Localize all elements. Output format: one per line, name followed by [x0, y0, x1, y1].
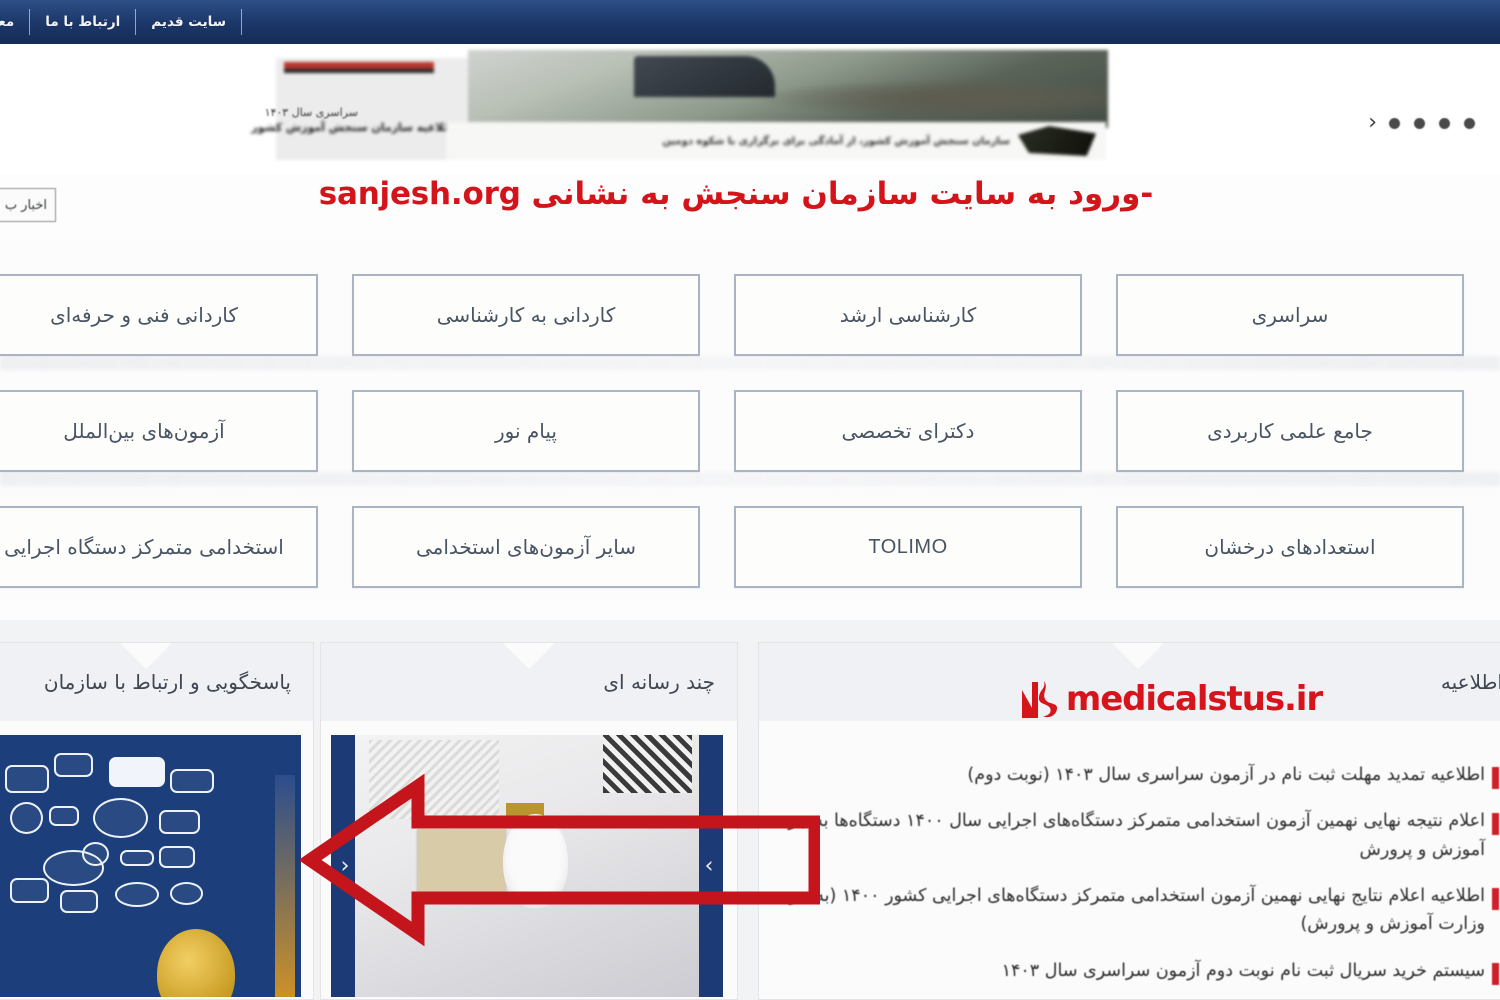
category-card-doctora-takhassosi[interactable]: دکترای تخصصی	[734, 390, 1082, 472]
panel-notch-icon	[503, 643, 555, 669]
slider-controls[interactable]: ‹	[1368, 112, 1475, 134]
category-card-karshenasi-arshad[interactable]: سراسری	[1116, 274, 1464, 356]
category-card-jame-elmi-karbordi[interactable]: جامع علمی کاربردی	[1116, 390, 1464, 472]
news-filter-label: اخبار ب	[4, 197, 47, 213]
slider-prev-chevron-icon[interactable]: ‹	[1368, 112, 1377, 134]
category-row-3: استعدادهای درخشان TOLIMO سایر آزمون‌های …	[0, 506, 1500, 588]
category-label: کاردانی به کارشناسی	[436, 303, 616, 327]
panel-notch-icon	[1112, 643, 1164, 669]
panel-notch-icon	[120, 643, 172, 669]
carousel-next-icon[interactable]: ›	[697, 854, 721, 879]
list-item[interactable]: سیستم خرید سریال ثبت نام نوبت دوم آزمون …	[767, 957, 1499, 986]
banner-card-red-bar	[284, 62, 434, 69]
nav-label: ارتباط با ما	[45, 14, 121, 30]
category-card-kardani-fanni[interactable]: کاردانی فنی و حرفه‌ای	[0, 274, 318, 356]
speech-bubble-cluster-icon	[0, 745, 275, 947]
panel-multimedia-header: چند رسانه ای	[321, 643, 737, 721]
category-label: سراسری	[1251, 303, 1329, 327]
category-card-sarasari[interactable]: کارشناسی ارشد	[734, 274, 1082, 356]
panel-multimedia-title: چند رسانه ای	[603, 670, 715, 694]
category-label: کارشناسی ارشد	[839, 303, 977, 327]
slider-dot-3[interactable]	[1414, 117, 1425, 129]
category-label: آزمون‌های بین‌الملل	[63, 419, 225, 443]
category-card-payam-noor[interactable]: پیام نور	[352, 390, 700, 472]
category-card-international-exams[interactable]: آزمون‌های بین‌الملل	[0, 390, 318, 472]
sanjesh-logo-icon	[1018, 126, 1096, 156]
collage-ribbon-shape	[275, 775, 295, 997]
category-row-1: سراسری کارشناسی ارشد کاردانی به کارشناسی…	[0, 274, 1500, 356]
banner-card-text: اطلاعیه سازمان سنجش آموزش کشور	[251, 121, 458, 134]
multimedia-thumbnail	[355, 735, 699, 997]
slider-dot-4[interactable]	[1389, 117, 1400, 129]
slider-dots[interactable]	[1389, 117, 1475, 129]
announcement-list: اطلاعیه تمدید مهلت ثبت نام در آزمون سراس…	[759, 761, 1500, 999]
exam-category-grid: سراسری کارشناسی ارشد کاردانی به کارشناسی…	[0, 238, 1500, 598]
grid-ghost-line	[0, 472, 1500, 486]
category-card-centralized-employment[interactable]: استخدامی متمرکز دستگاه اجرایی	[0, 506, 318, 588]
category-label: پیام نور	[495, 419, 557, 443]
list-item[interactable]: اعلام نتیجه نهایی نهمین آزمون استخدامی م…	[767, 807, 1499, 864]
list-item[interactable]: اطلاعیه تمدید مهلت ثبت نام در آزمون سراس…	[767, 761, 1499, 790]
multimedia-carousel[interactable]: ‹ ›	[331, 735, 723, 997]
flame-monogram-icon	[1018, 678, 1064, 720]
panel-contact-header: پاسخگویی و ارتباط با سازمان	[0, 643, 313, 721]
contact-collage-image	[0, 735, 301, 997]
banner-year-note: سراسری سال ۱۴۰۳	[264, 106, 358, 119]
category-label: سایر آزمون‌های استخدامی	[415, 535, 637, 559]
panel-announcements-title: اطلاعیه	[1440, 670, 1500, 694]
grid-ghost-line	[0, 356, 1500, 370]
banner-slide: اطلاعیه سازمان سنجش آموزش کشور سازمان سن…	[251, 50, 1108, 162]
category-row-2: جامع علمی کاربردی دکترای تخصصی پیام نور …	[0, 390, 1500, 472]
category-label: TOLIMO	[868, 535, 948, 558]
nav-separator	[241, 9, 242, 35]
category-card-tolimo[interactable]: TOLIMO	[734, 506, 1082, 588]
slider-dot-2[interactable]	[1439, 117, 1450, 129]
nav-separator	[135, 9, 137, 35]
panel-contact-title: پاسخگویی و ارتباط با سازمان	[43, 670, 291, 694]
category-label: دکترای تخصصی	[841, 419, 975, 443]
hero-banner-slider[interactable]: اطلاعیه سازمان سنجش آموزش کشور سازمان سن…	[0, 44, 1500, 174]
category-label: استعدادهای درخشان	[1204, 535, 1376, 559]
category-card-other-employment-exams[interactable]: سایر آزمون‌های استخدامی	[352, 506, 700, 588]
banner-caption-strip: سازمان سنجش آموزش کشور، از آمادگی برای ب…	[446, 122, 1106, 160]
banner-photograph	[468, 50, 1108, 128]
slider-dot-1[interactable]	[1464, 117, 1475, 129]
nav-label: سایت قدیم	[151, 14, 226, 30]
watermark-text: medicalstus.ir	[1065, 679, 1323, 719]
category-label: کاردانی فنی و حرفه‌ای	[50, 303, 238, 327]
banner-card-dark-bar	[284, 69, 434, 73]
list-item[interactable]: اطلاعیه اعلام نتایج نهایی نهمین آزمون اس…	[767, 882, 1499, 939]
top-navigation-bar: سایت قدیم ارتباط با ما معرفی خدمات آزمون…	[0, 0, 1500, 44]
thumbnail-paper-shape	[416, 829, 507, 898]
watermark: medicalstus.ir	[1018, 678, 1323, 720]
category-label: جامع علمی کاربردی	[1207, 419, 1373, 443]
category-card-estedadhaye-derakhshan[interactable]: استعدادهای درخشان	[1116, 506, 1464, 588]
news-filter-chip[interactable]: اخبار ب	[0, 188, 56, 222]
page-root: سایت قدیم ارتباط با ما معرفی خدمات آزمون…	[0, 0, 1500, 1000]
page-headline: -ورود به سایت سازمان سنجش به نشانی sanje…	[0, 176, 1500, 212]
category-card-kardani-be-karshenasi[interactable]: کاردانی به کارشناسی	[352, 274, 700, 356]
nav-separator	[29, 9, 31, 35]
panel-multimedia: چند رسانه ای ‹ ›	[320, 642, 738, 1000]
panel-contact: پاسخگویی و ارتباط با سازمان	[0, 642, 314, 1000]
nav-item-contact-us[interactable]: ارتباط با ما	[33, 12, 132, 32]
page-headline-text: -ورود به سایت سازمان سنجش به نشانی sanje…	[318, 176, 1154, 212]
bottom-panels-area: اطلاعیه اطلاعیه تمدید مهلت ثبت نام در آز…	[0, 620, 1500, 1000]
thumbnail-cup-shape	[502, 813, 569, 908]
nav-item-old-site[interactable]: سایت قدیم	[139, 12, 238, 32]
banner-caption-text: سازمان سنجش آموزش کشور، از آمادگی برای ب…	[662, 135, 1010, 147]
nav-item-services[interactable]: معرفی خدمات	[0, 12, 26, 32]
carousel-prev-icon[interactable]: ‹	[333, 854, 357, 879]
nav-label: معرفی خدمات	[0, 14, 15, 30]
category-label: استخدامی متمرکز دستگاه اجرایی	[4, 535, 284, 559]
